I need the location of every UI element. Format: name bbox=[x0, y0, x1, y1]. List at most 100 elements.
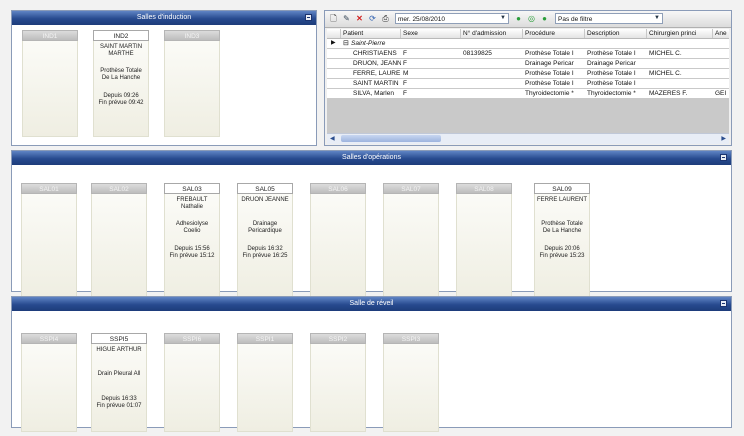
cell-proc: Prothèse Totale I bbox=[525, 50, 574, 57]
cell-chir: MICHEL C. bbox=[649, 50, 682, 57]
next-day-icon[interactable]: ● bbox=[540, 14, 549, 23]
room-slot-ind1[interactable]: IND1 bbox=[22, 30, 78, 137]
room-slot-ind2[interactable]: IND2 SAINT MARTIN MARTHE Prothèse Totale De … bbox=[93, 30, 149, 137]
reveil-title-bar: Salle de réveil bbox=[12, 297, 731, 311]
col-patient[interactable]: Patient bbox=[341, 29, 401, 38]
cell-desc: Prothèse Totale I bbox=[587, 80, 636, 87]
group-row[interactable]: ▶ ⊟ Saint-Pierre bbox=[327, 39, 729, 48]
patient-name: SAINT MARTIN bbox=[99, 44, 143, 50]
minimize-icon[interactable] bbox=[720, 300, 727, 307]
procedure-line-2: De La Hanche bbox=[542, 228, 582, 234]
table-row[interactable]: SAINT MARTIN F Prothèse Totale I Prothèse T… bbox=[327, 79, 729, 88]
room-name: SAL09 bbox=[534, 183, 590, 194]
room-name: SSPI3 bbox=[383, 333, 439, 344]
cell-patient: SILVA, Marlen bbox=[353, 90, 394, 97]
cell-patient: FERRE, LAURE bbox=[353, 70, 401, 77]
cell-desc: Prothèse Totale I bbox=[587, 70, 636, 77]
room-slot-sal03[interactable]: SAL03 FREBAULT Nathalie Adhesiolyse Coelio De… bbox=[164, 183, 220, 298]
room-slot-ind3[interactable]: IND3 bbox=[164, 30, 220, 137]
room-slot-sspi1[interactable]: SSPI1 bbox=[237, 333, 293, 432]
room-name: SAL06 bbox=[310, 183, 366, 194]
patient-name: DRUON JEANNE bbox=[241, 197, 289, 203]
scrollbar-thumb[interactable] bbox=[341, 135, 441, 142]
today-icon[interactable]: ◎ bbox=[527, 14, 536, 23]
room-slot-sal02[interactable]: SAL02 bbox=[91, 183, 147, 298]
edit-document-icon[interactable]: ✎ bbox=[342, 14, 351, 23]
operations-title-bar: Salles d'opérations bbox=[12, 151, 731, 165]
procedure-line-1: Prothèse Totale bbox=[541, 221, 583, 227]
induction-title-bar: Salles d'induction bbox=[12, 11, 316, 25]
patient-name: HIGUE ARTHUR bbox=[96, 347, 142, 353]
room-body bbox=[237, 344, 293, 432]
patient-name: FREBAULT bbox=[176, 197, 208, 203]
cell-chir: MICHEL C. bbox=[649, 70, 682, 77]
expected-end-time: Fin prévue 01:07 bbox=[96, 403, 142, 409]
expected-end-time: Fin prévue 15:23 bbox=[539, 253, 585, 259]
patient-grid: Patient Sexe N° d'admission Procédure De… bbox=[327, 29, 729, 133]
table-row[interactable]: DRUON, JEANN F Drainage Pericar Drainage Pe… bbox=[327, 59, 729, 68]
room-name: SAL01 bbox=[21, 183, 77, 194]
room-body bbox=[91, 194, 147, 298]
room-name: SSPI6 bbox=[164, 333, 220, 344]
room-slot-sal09[interactable]: SAL09 FERRE LAURENT Prothèse Totale De La H… bbox=[534, 183, 590, 298]
operations-panel: Salles d'opérations SAL01 SAL02 SAL03 FREBA… bbox=[11, 150, 732, 298]
room-body: HIGUE ARTHUR Drain Pleural All Depuis 16:3… bbox=[91, 344, 147, 432]
room-slot-sspi4[interactable]: SSPI4 bbox=[21, 333, 77, 432]
col-sexe[interactable]: Sexe bbox=[401, 29, 461, 38]
filter-value: Pas de filtre bbox=[558, 16, 593, 23]
room-slot-sal01[interactable]: SAL01 bbox=[21, 183, 77, 298]
cell-proc: Prothèse Totale I bbox=[525, 70, 574, 77]
procedure-line-2: Coelio bbox=[183, 228, 201, 234]
scroll-left-icon[interactable]: ◀ bbox=[330, 135, 335, 142]
date-select[interactable]: mer. 25/08/2010 ▼ bbox=[395, 13, 509, 24]
patient-first-name: Nathalie bbox=[180, 204, 203, 210]
cell-proc: Prothèse Totale I bbox=[525, 80, 574, 87]
room-slot-sspi6[interactable]: SSPI6 bbox=[164, 333, 220, 432]
minimize-icon[interactable] bbox=[305, 14, 312, 21]
room-name: SSPI4 bbox=[21, 333, 77, 344]
procedure-line-1: Prothèse Totale bbox=[100, 68, 142, 74]
room-slot-sal05[interactable]: SAL05 DRUON JEANNE Drainage Pericardique Dep… bbox=[237, 183, 293, 298]
filter-select[interactable]: Pas de filtre ▼ bbox=[555, 13, 663, 24]
cell-patient: SAINT MARTIN bbox=[353, 80, 399, 87]
col-anesthesiste[interactable]: Ane bbox=[713, 29, 729, 38]
table-row[interactable]: FERRE, LAURE M Prothèse Totale I Prothèse T… bbox=[327, 69, 729, 78]
minimize-icon[interactable] bbox=[720, 154, 727, 161]
room-body bbox=[21, 344, 77, 432]
row-indicator-header bbox=[327, 29, 341, 38]
room-name: SAL08 bbox=[456, 183, 512, 194]
new-document-icon[interactable]: 🗋 bbox=[329, 14, 338, 23]
chevron-down-icon: ▼ bbox=[500, 15, 506, 21]
room-body bbox=[383, 194, 439, 298]
procedure-line-2: Pericardique bbox=[248, 228, 282, 234]
room-body bbox=[164, 344, 220, 432]
scroll-right-icon[interactable]: ▶ bbox=[721, 135, 726, 142]
cell-sexe: F bbox=[403, 80, 407, 87]
table-row[interactable]: CHRISTIAENS F 08139825 Prothèse Totale I Pro… bbox=[327, 49, 729, 58]
cell-desc: Drainage Pericar bbox=[587, 60, 636, 67]
group-label: Saint-Pierre bbox=[351, 40, 386, 47]
induction-title: Salles d'induction bbox=[136, 14, 192, 21]
room-body: FERRE LAURENT Prothèse Totale De La Hanche… bbox=[534, 194, 590, 298]
room-slot-sal08[interactable]: SAL08 bbox=[456, 183, 512, 298]
table-row[interactable]: SILVA, Marlen F Thyroidectomie * Thyroidect… bbox=[327, 89, 729, 98]
room-slot-sspi2[interactable]: SSPI2 bbox=[310, 333, 366, 432]
col-description[interactable]: Description bbox=[585, 29, 647, 38]
print-icon[interactable]: ⎙ bbox=[381, 14, 390, 23]
start-time: Depuis 15:56 bbox=[174, 246, 210, 252]
room-slot-sspi3[interactable]: SSPI3 bbox=[383, 333, 439, 432]
room-slot-sal06[interactable]: SAL06 bbox=[310, 183, 366, 298]
cell-patient: DRUON, JEANN bbox=[353, 60, 401, 67]
previous-day-icon[interactable]: ● bbox=[514, 14, 523, 23]
refresh-icon[interactable]: ⟳ bbox=[368, 14, 377, 23]
reveil-title: Salle de réveil bbox=[349, 300, 394, 307]
room-slot-sal07[interactable]: SAL07 bbox=[383, 183, 439, 298]
delete-icon[interactable]: ✕ bbox=[355, 14, 364, 23]
cell-sexe: F bbox=[403, 50, 407, 57]
col-procedure[interactable]: Procédure bbox=[523, 29, 585, 38]
room-slot-sspi5[interactable]: SSPI5 HIGUE ARTHUR Drain Pleural All Depuis… bbox=[91, 333, 147, 432]
cell-patient: CHRISTIAENS bbox=[353, 50, 397, 57]
horizontal-scrollbar[interactable]: ◀ ▶ bbox=[327, 133, 729, 144]
col-chirurgien[interactable]: Chirurgien princi bbox=[647, 29, 713, 38]
col-admission[interactable]: N° d'admission bbox=[461, 29, 523, 38]
